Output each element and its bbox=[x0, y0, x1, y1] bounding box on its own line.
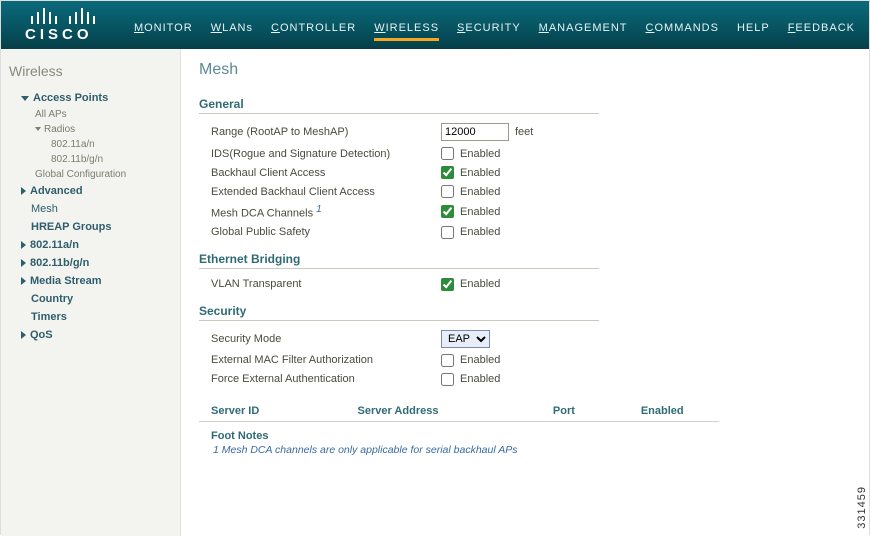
sidebar-item-radios[interactable]: Radios bbox=[5, 122, 174, 137]
backhaul-enabled-text: Enabled bbox=[460, 167, 500, 179]
dca-label: Mesh DCA Channels 1 bbox=[211, 204, 441, 220]
col-port: Port bbox=[553, 405, 641, 417]
nav-controller[interactable]: CONTROLLER bbox=[271, 22, 356, 41]
col-server-id: Server ID bbox=[211, 405, 358, 417]
nav-monitor[interactable]: MONITOR bbox=[134, 22, 193, 41]
ext-backhaul-checkbox[interactable] bbox=[441, 185, 454, 198]
row-ext-mac: External MAC Filter Authorization Enable… bbox=[199, 351, 629, 370]
range-unit: feet bbox=[515, 126, 533, 138]
footnote-ref-1: 1 bbox=[316, 204, 322, 215]
col-enabled: Enabled bbox=[641, 405, 719, 417]
ids-label: IDS(Rogue and Signature Detection) bbox=[211, 148, 441, 160]
sidebar-title: Wireless bbox=[5, 61, 174, 89]
chevron-right-icon bbox=[21, 277, 26, 285]
vlan-label: VLAN Transparent bbox=[211, 278, 441, 290]
row-range: Range (RootAP to MeshAP) feet bbox=[199, 120, 629, 144]
gps-checkbox[interactable] bbox=[441, 226, 454, 239]
page-title: Mesh bbox=[199, 61, 855, 79]
security-mode-label: Security Mode bbox=[211, 333, 441, 345]
chevron-down-icon bbox=[21, 96, 29, 101]
sidebar-item-timers[interactable]: Timers bbox=[5, 308, 174, 326]
force-auth-checkbox[interactable] bbox=[441, 373, 454, 386]
sidebar-item-qos[interactable]: QoS bbox=[5, 326, 174, 344]
sidebar-item-global-config[interactable]: Global Configuration bbox=[5, 167, 174, 182]
sidebar-item-advanced[interactable]: Advanced bbox=[5, 182, 174, 200]
chevron-down-icon bbox=[35, 127, 41, 131]
chevron-right-icon bbox=[21, 241, 26, 249]
content-panel: Mesh General Range (RootAP to MeshAP) fe… bbox=[181, 49, 869, 536]
nav-help[interactable]: HELP bbox=[737, 22, 770, 41]
nav-wireless[interactable]: WIRELESS bbox=[374, 22, 439, 41]
row-force-auth: Force External Authentication Enabled bbox=[199, 370, 629, 389]
footnote-1: 1 Mesh DCA channels are only applicable … bbox=[199, 444, 855, 462]
footnotes-heading: Foot Notes bbox=[199, 422, 855, 444]
ext-mac-label: External MAC Filter Authorization bbox=[211, 354, 441, 366]
row-dca: Mesh DCA Channels 1 Enabled bbox=[199, 201, 629, 223]
row-security-mode: Security Mode EAP bbox=[199, 327, 629, 351]
gps-enabled-text: Enabled bbox=[460, 226, 500, 238]
sidebar: Wireless Access Points All APs Radios 80… bbox=[1, 49, 181, 536]
nav-feedback[interactable]: FEEDBACK bbox=[788, 22, 855, 41]
col-server-address: Server Address bbox=[358, 405, 553, 417]
dca-enabled-text: Enabled bbox=[460, 206, 500, 218]
ids-enabled-text: Enabled bbox=[460, 148, 500, 160]
force-auth-enabled-text: Enabled bbox=[460, 373, 500, 385]
chevron-right-icon bbox=[21, 259, 26, 267]
section-general: General bbox=[199, 97, 599, 114]
nav-commands[interactable]: COMMANDS bbox=[646, 22, 719, 41]
section-security: Security bbox=[199, 304, 599, 321]
nav-wlans[interactable]: WLANs bbox=[211, 22, 253, 41]
chevron-right-icon bbox=[21, 187, 26, 195]
server-table-header: Server ID Server Address Port Enabled bbox=[199, 399, 719, 422]
sidebar-item-media-stream[interactable]: Media Stream bbox=[5, 272, 174, 290]
ext-backhaul-label: Extended Backhaul Client Access bbox=[211, 186, 441, 198]
row-vlan-transparent: VLAN Transparent Enabled bbox=[199, 275, 629, 294]
chevron-right-icon bbox=[21, 331, 26, 339]
row-backhaul: Backhaul Client Access Enabled bbox=[199, 163, 629, 182]
top-nav: MONITOR WLANs CONTROLLER WIRELESS SECURI… bbox=[120, 22, 869, 49]
brand-logo: CISCO bbox=[1, 1, 120, 49]
section-ethernet-bridging: Ethernet Bridging bbox=[199, 252, 599, 269]
row-ids: IDS(Rogue and Signature Detection) Enabl… bbox=[199, 144, 629, 163]
force-auth-label: Force External Authentication bbox=[211, 373, 441, 385]
sidebar-item-radio-80211an[interactable]: 802.11a/n bbox=[5, 137, 174, 152]
sidebar-item-country[interactable]: Country bbox=[5, 290, 174, 308]
vlan-checkbox[interactable] bbox=[441, 278, 454, 291]
sidebar-item-80211an[interactable]: 802.11a/n bbox=[5, 236, 174, 254]
sidebar-item-access-points[interactable]: Access Points bbox=[5, 89, 174, 107]
backhaul-checkbox[interactable] bbox=[441, 166, 454, 179]
gps-label: Global Public Safety bbox=[211, 226, 441, 238]
nav-management[interactable]: MANAGEMENT bbox=[539, 22, 628, 41]
range-input[interactable] bbox=[441, 123, 509, 141]
sidebar-item-mesh[interactable]: Mesh bbox=[5, 200, 174, 218]
sidebar-item-all-aps[interactable]: All APs bbox=[5, 107, 174, 122]
sidebar-item-80211bgn[interactable]: 802.11b/g/n bbox=[5, 254, 174, 272]
dca-checkbox[interactable] bbox=[441, 205, 454, 218]
range-label: Range (RootAP to MeshAP) bbox=[211, 126, 441, 138]
app-header: CISCO MONITOR WLANs CONTROLLER WIRELESS … bbox=[1, 1, 869, 49]
security-mode-select[interactable]: EAP bbox=[441, 330, 490, 348]
figure-number: 331459 bbox=[856, 486, 868, 529]
ext-mac-checkbox[interactable] bbox=[441, 354, 454, 367]
sidebar-item-radio-80211bgn[interactable]: 802.11b/g/n bbox=[5, 152, 174, 167]
backhaul-label: Backhaul Client Access bbox=[211, 167, 441, 179]
ids-checkbox[interactable] bbox=[441, 147, 454, 160]
brand-logo-bars bbox=[31, 8, 120, 24]
vlan-enabled-text: Enabled bbox=[460, 278, 500, 290]
brand-text: CISCO bbox=[25, 26, 120, 43]
nav-security[interactable]: SECURITY bbox=[457, 22, 521, 41]
sidebar-item-hreap[interactable]: HREAP Groups bbox=[5, 218, 174, 236]
ext-backhaul-enabled-text: Enabled bbox=[460, 186, 500, 198]
ext-mac-enabled-text: Enabled bbox=[460, 354, 500, 366]
row-gps: Global Public Safety Enabled bbox=[199, 223, 629, 242]
row-ext-backhaul: Extended Backhaul Client Access Enabled bbox=[199, 182, 629, 201]
